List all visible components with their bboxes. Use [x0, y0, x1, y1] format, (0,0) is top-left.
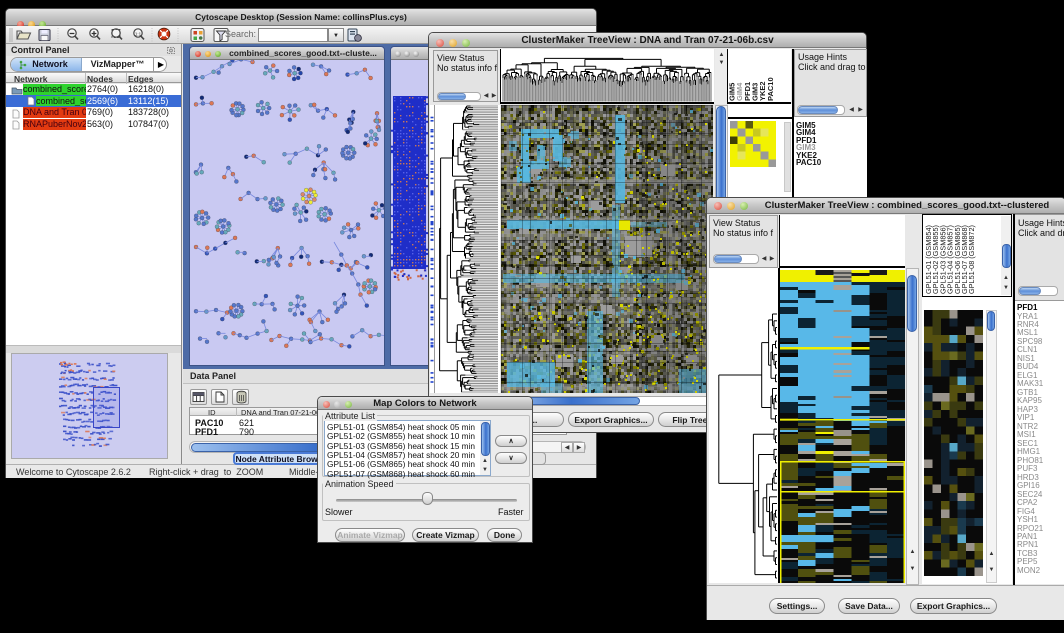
- svg-text:Search:: Search:: [225, 29, 256, 39]
- svg-text:1:1: 1:1: [135, 32, 142, 37]
- svg-text:GPL51-08 (GSM872): GPL51-08 (GSM872): [967, 225, 976, 294]
- svg-text:PAC10: PAC10: [766, 77, 775, 101]
